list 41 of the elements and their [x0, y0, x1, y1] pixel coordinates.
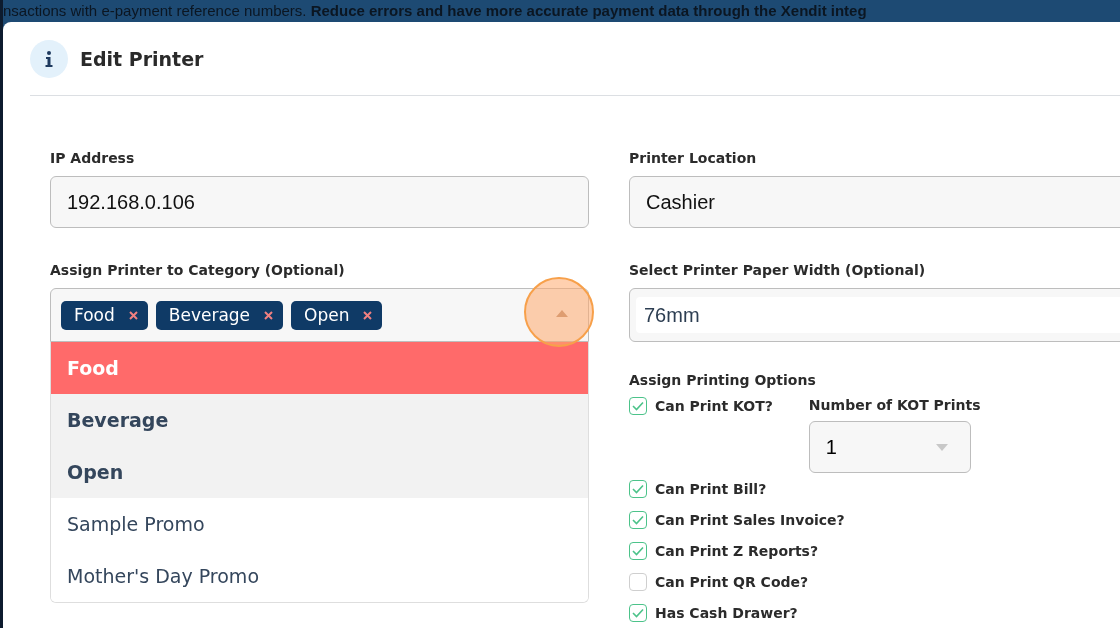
info-icon	[30, 39, 68, 78]
category-select[interactable]: Food Beverage Open	[50, 288, 589, 342]
field-label: Number of KOT Prints	[808, 397, 981, 413]
ip-address-field[interactable]: 192.168.0.106	[50, 176, 589, 228]
option-label: Can Print Sales Invoice?	[655, 511, 845, 528]
checkbox[interactable]	[629, 396, 647, 415]
field-label: Assign Printer to Category (Optional)	[50, 262, 346, 278]
paper-width-value: 76mm	[636, 297, 1120, 333]
category-tag: Beverage	[155, 300, 284, 330]
checkbox[interactable]	[629, 572, 647, 591]
option-label: Can Print KOT?	[655, 397, 773, 414]
check-icon	[632, 545, 644, 556]
remove-icon[interactable]	[363, 310, 373, 320]
option-label: Can Print Bill?	[655, 480, 767, 497]
caret-icon	[935, 443, 948, 451]
field-label: Select Printer Paper Width (Optional)	[629, 262, 927, 278]
field-label: IP Address	[50, 150, 136, 166]
kot-prints-select[interactable]: 1	[808, 421, 971, 473]
checkbox[interactable]	[629, 603, 647, 622]
option-label: Can Print Z Reports?	[655, 542, 819, 559]
check-icon	[632, 514, 644, 525]
dropdown-option[interactable]: Beverage	[51, 394, 588, 446]
printer-location-field[interactable]: Cashier	[629, 176, 1120, 228]
option-label: Has Cash Drawer?	[655, 604, 798, 621]
check-icon	[632, 400, 644, 411]
category-tag: Food	[61, 300, 148, 330]
check-icon	[632, 607, 644, 618]
field-label: Printer Location	[629, 150, 758, 166]
checkbox[interactable]	[629, 479, 647, 498]
paper-width-select[interactable]: 76mm	[629, 288, 1120, 342]
remove-icon[interactable]	[128, 310, 138, 320]
category-tag: Open	[291, 300, 383, 330]
remove-icon[interactable]	[264, 310, 274, 320]
caret-icon[interactable]	[556, 310, 568, 317]
check-icon	[632, 483, 644, 494]
checkbox[interactable]	[629, 510, 647, 529]
checkbox[interactable]	[629, 541, 647, 560]
section-label: Assign Printing Options	[629, 372, 817, 388]
option-label: Can Print QR Code?	[655, 573, 809, 590]
dropdown-option[interactable]: Open	[51, 446, 588, 498]
dialog-title: Edit Printer	[80, 47, 204, 70]
